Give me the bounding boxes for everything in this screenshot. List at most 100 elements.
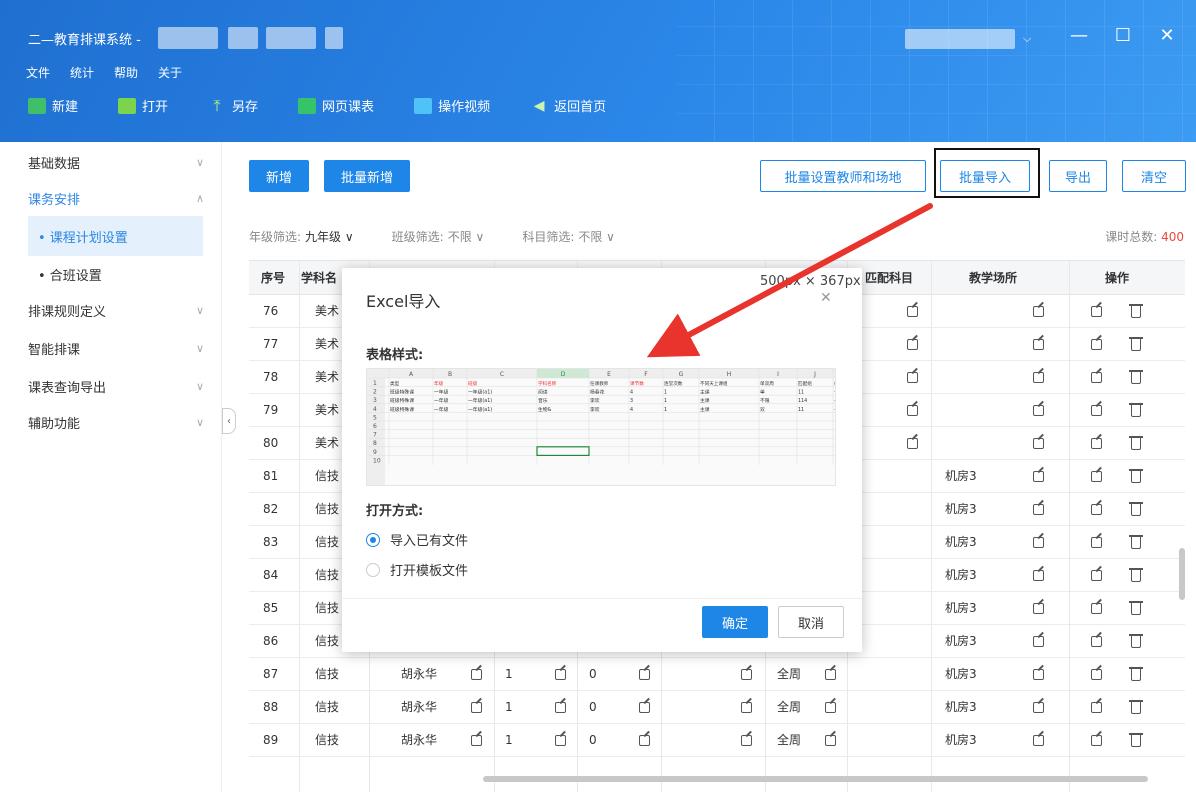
edit-icon[interactable]: [1033, 471, 1044, 482]
edit-icon[interactable]: [1033, 306, 1044, 317]
confirm-button[interactable]: 确定: [702, 606, 768, 638]
delete-icon[interactable]: [1129, 733, 1143, 747]
edit-icon[interactable]: [1091, 438, 1102, 449]
edit-icon[interactable]: [907, 405, 918, 416]
edit-icon[interactable]: [471, 669, 482, 680]
edit-icon[interactable]: [1033, 669, 1044, 680]
sidebar-item-query-export[interactable]: 课表查询导出 ∨: [28, 370, 208, 402]
sidebar-item-rules[interactable]: 排课规则定义 ∨: [28, 294, 208, 326]
menu-about[interactable]: 关于: [158, 64, 182, 81]
sidebar-item-basic-data[interactable]: 基础数据 ∨: [28, 146, 208, 178]
delete-icon[interactable]: [1129, 436, 1143, 450]
dialog-close-icon[interactable]: ✕: [820, 290, 832, 306]
sidebar-item-smart-schedule[interactable]: 智能排课 ∨: [28, 332, 208, 364]
edit-icon[interactable]: [471, 702, 482, 713]
edit-icon[interactable]: [1033, 372, 1044, 383]
delete-icon[interactable]: [1129, 634, 1143, 648]
edit-icon[interactable]: [741, 735, 752, 746]
edit-icon[interactable]: [825, 669, 836, 680]
delete-icon[interactable]: [1129, 403, 1143, 417]
edit-icon[interactable]: [1091, 669, 1102, 680]
edit-icon[interactable]: [1033, 339, 1044, 350]
delete-icon[interactable]: [1129, 667, 1143, 681]
open-button[interactable]: 打开: [118, 96, 168, 115]
edit-icon[interactable]: [1091, 306, 1102, 317]
delete-icon[interactable]: [1129, 535, 1143, 549]
edit-icon[interactable]: [471, 735, 482, 746]
sidebar-subitem-course-plan[interactable]: • 课程计划设置: [28, 216, 203, 256]
delete-icon[interactable]: [1129, 700, 1143, 714]
close-window-button[interactable]: ✕: [1154, 25, 1180, 47]
minimize-button[interactable]: —: [1066, 25, 1092, 47]
batch-add-button[interactable]: 批量新增: [324, 160, 410, 192]
edit-icon[interactable]: [1091, 735, 1102, 746]
edit-icon[interactable]: [741, 702, 752, 713]
edit-icon[interactable]: [907, 339, 918, 350]
sidebar-item-auxiliary[interactable]: 辅助功能 ∨: [28, 406, 208, 438]
new-button[interactable]: 新建: [28, 96, 78, 115]
edit-icon[interactable]: [1091, 372, 1102, 383]
edit-icon[interactable]: [555, 735, 566, 746]
edit-icon[interactable]: [907, 372, 918, 383]
edit-icon[interactable]: [1091, 702, 1102, 713]
edit-icon[interactable]: [1091, 405, 1102, 416]
edit-icon[interactable]: [1033, 438, 1044, 449]
edit-icon[interactable]: [1033, 636, 1044, 647]
vertical-scrollbar[interactable]: [1179, 548, 1185, 600]
radio-selected[interactable]: [366, 532, 380, 547]
edit-icon[interactable]: [639, 702, 650, 713]
export-button[interactable]: 导出: [1049, 160, 1107, 192]
edit-icon[interactable]: [741, 669, 752, 680]
horizontal-scrollbar[interactable]: [483, 776, 1148, 782]
cancel-button[interactable]: 取消: [778, 606, 844, 638]
edit-icon[interactable]: [1091, 537, 1102, 548]
edit-icon[interactable]: [1091, 603, 1102, 614]
menu-stats[interactable]: 统计: [70, 64, 94, 81]
radio-unselected[interactable]: [366, 562, 380, 577]
delete-icon[interactable]: [1129, 469, 1143, 483]
sidebar-subitem-merged-class[interactable]: • 合班设置: [28, 254, 203, 294]
edit-icon[interactable]: [1033, 405, 1044, 416]
edit-icon[interactable]: [555, 702, 566, 713]
menu-file[interactable]: 文件: [26, 64, 50, 81]
edit-icon[interactable]: [555, 669, 566, 680]
edit-icon[interactable]: [639, 669, 650, 680]
edit-icon[interactable]: [1091, 339, 1102, 350]
edit-icon[interactable]: [825, 735, 836, 746]
edit-icon[interactable]: [1033, 537, 1044, 548]
clear-button[interactable]: 清空: [1122, 160, 1186, 192]
add-button[interactable]: 新增: [249, 160, 309, 192]
option-open-template[interactable]: 打开模板文件: [366, 560, 468, 579]
sidebar-collapse-button[interactable]: ‹: [222, 408, 236, 434]
video-button[interactable]: 操作视频: [414, 96, 490, 115]
edit-icon[interactable]: [907, 306, 918, 317]
edit-icon[interactable]: [1033, 702, 1044, 713]
edit-icon[interactable]: [1091, 504, 1102, 515]
edit-icon[interactable]: [907, 438, 918, 449]
edit-icon[interactable]: [1033, 735, 1044, 746]
delete-icon[interactable]: [1129, 568, 1143, 582]
edit-icon[interactable]: [1091, 570, 1102, 581]
subject-filter-select[interactable]: 不限 ∨: [578, 228, 615, 245]
web-timetable-button[interactable]: 网页课表: [298, 96, 374, 115]
class-filter-select[interactable]: 不限 ∨: [448, 228, 485, 245]
batch-set-teacher-venue-button[interactable]: 批量设置教师和场地: [760, 160, 926, 192]
menu-help[interactable]: 帮助: [114, 64, 138, 81]
sidebar-item-course-arrangement[interactable]: 课务安排 ∧: [28, 182, 208, 214]
save-as-button[interactable]: ⤒ 另存: [208, 96, 258, 115]
edit-icon[interactable]: [639, 735, 650, 746]
home-button[interactable]: ◀ 返回首页: [530, 96, 606, 116]
option-import-existing[interactable]: 导入已有文件: [366, 530, 468, 549]
edit-icon[interactable]: [1033, 504, 1044, 515]
edit-icon[interactable]: [1033, 570, 1044, 581]
user-menu[interactable]: ⌵: [905, 28, 1035, 50]
delete-icon[interactable]: [1129, 370, 1143, 384]
edit-icon[interactable]: [1091, 471, 1102, 482]
maximize-button[interactable]: ☐: [1110, 25, 1136, 47]
edit-icon[interactable]: [1091, 636, 1102, 647]
delete-icon[interactable]: [1129, 601, 1143, 615]
delete-icon[interactable]: [1129, 337, 1143, 351]
edit-icon[interactable]: [825, 702, 836, 713]
edit-icon[interactable]: [1033, 603, 1044, 614]
delete-icon[interactable]: [1129, 502, 1143, 516]
